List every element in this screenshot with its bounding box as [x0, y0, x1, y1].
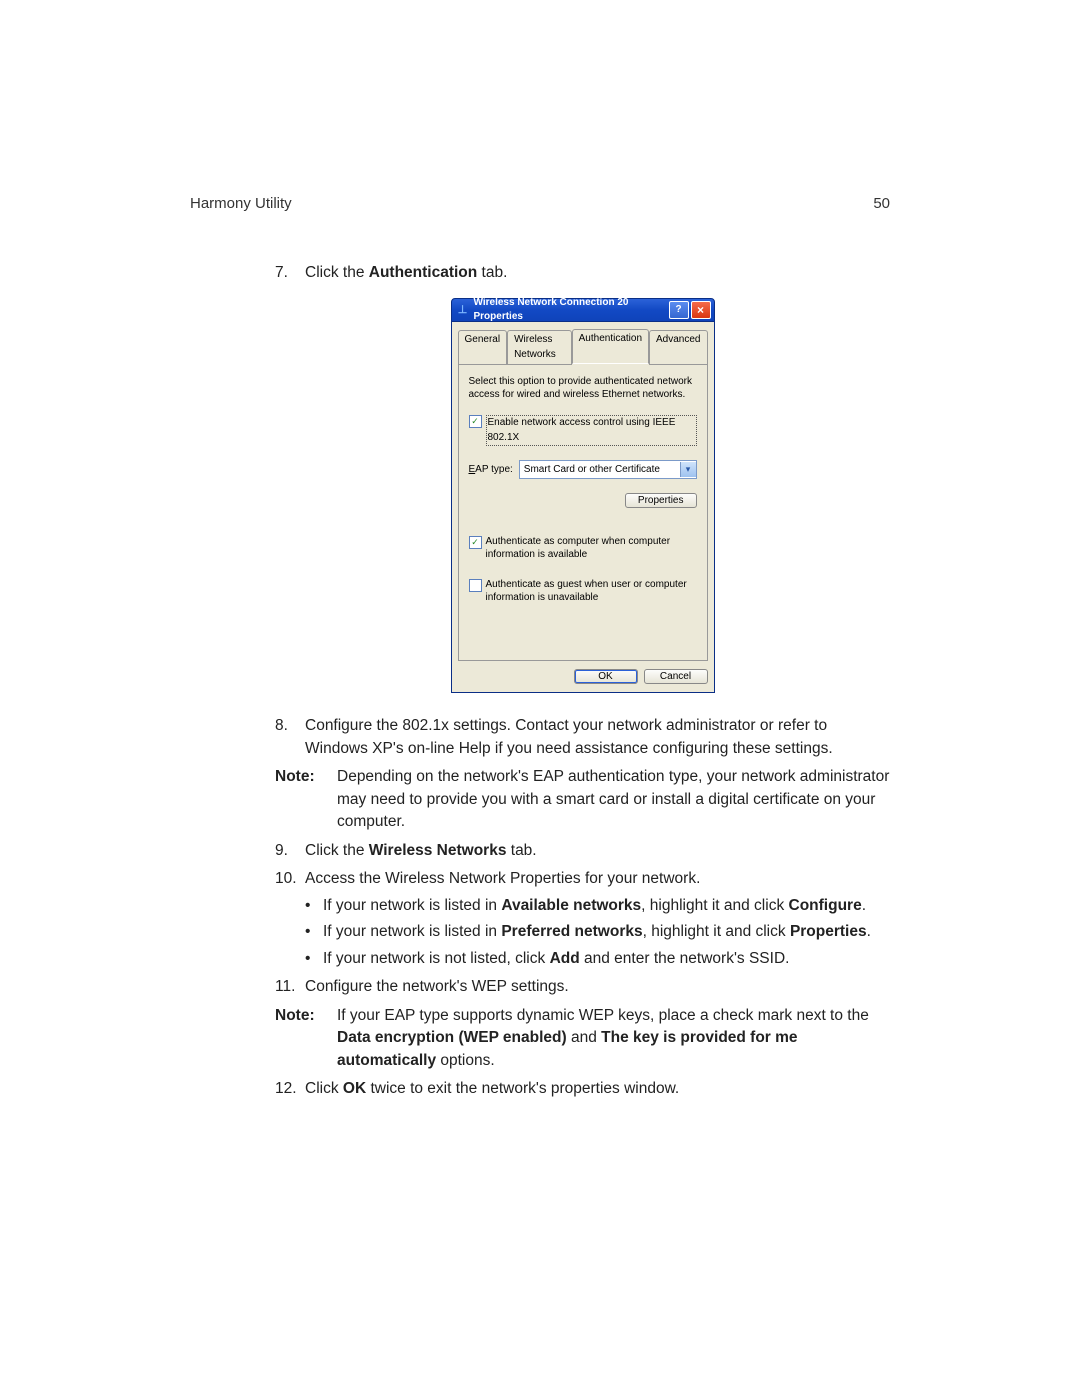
text: tab. — [506, 842, 536, 859]
step-body: Click the Authentication tab. — [305, 262, 890, 284]
step-number: 10. — [275, 868, 305, 890]
text: If your network is listed in — [323, 897, 501, 914]
document-page: Harmony Utility 50 7. Click the Authenti… — [0, 0, 1080, 1397]
text: tab. — [477, 264, 507, 281]
text: If your EAP type supports dynamic WEP ke… — [337, 1007, 869, 1024]
bold-text: Configure — [789, 897, 862, 914]
step-10: 10. Access the Wireless Network Properti… — [275, 868, 890, 890]
properties-button[interactable]: Properties — [625, 493, 697, 508]
page-header: Harmony Utility 50 — [190, 195, 890, 212]
eap-type-value: Smart Card or other Certificate — [524, 463, 660, 478]
bold-text: Data encryption (WEP enabled) — [337, 1029, 567, 1046]
tab-wireless-networks[interactable]: Wireless Networks — [507, 330, 572, 365]
step-body: Click the Wireless Networks tab. — [305, 840, 890, 862]
step-body: Configure the 802.1x settings. Contact y… — [305, 715, 890, 760]
bullet: • If your network is not listed, click A… — [305, 948, 890, 970]
checkbox-icon — [469, 579, 482, 592]
note-label: Note: — [275, 1005, 337, 1072]
bullet-dot: • — [305, 895, 323, 917]
step-12: 12. Click OK twice to exit the network's… — [275, 1078, 890, 1100]
tab-authentication[interactable]: Authentication — [572, 329, 649, 364]
checkbox-icon: ✓ — [469, 536, 482, 549]
eap-type-row: EAP type: Smart Card or other Certificat… — [469, 460, 697, 479]
tab-strip: General Wireless Networks Authentication… — [458, 328, 708, 363]
text: and — [567, 1029, 601, 1046]
ok-button[interactable]: OK — [574, 669, 638, 684]
tab-pane-authentication: Select this option to provide authentica… — [458, 363, 708, 661]
bold-text: Preferred networks — [501, 923, 642, 940]
text: Enable network access control using IEEE… — [488, 417, 676, 443]
bullet-dot: • — [305, 921, 323, 943]
help-button[interactable]: ? — [669, 301, 689, 319]
checkbox-icon: ✓ — [469, 415, 482, 428]
bold-text: OK — [343, 1080, 366, 1097]
text: and enter the network's SSID. — [580, 950, 790, 967]
bold-text: Authentication — [369, 264, 478, 281]
bullet-text: If your network is not listed, click Add… — [323, 948, 789, 970]
step-body: Configure the network's WEP settings. — [305, 976, 890, 998]
text: Click the — [305, 842, 369, 859]
content: 7. Click the Authentication tab. ⊥ Wirel… — [275, 262, 890, 1101]
checkbox-auth-as-guest[interactable]: Authenticate as guest when user or compu… — [469, 579, 697, 604]
eap-type-select[interactable]: Smart Card or other Certificate ▾ — [519, 460, 697, 479]
text: . — [867, 923, 871, 940]
bullet-text: If your network is listed in Preferred n… — [323, 921, 871, 943]
cancel-button[interactable]: Cancel — [644, 669, 708, 684]
checkbox-label: Authenticate as guest when user or compu… — [486, 579, 697, 604]
dialog-title: Wireless Network Connection 20 Propertie… — [474, 296, 667, 325]
step-number: 7. — [275, 262, 305, 284]
step-number: 9. — [275, 840, 305, 862]
auth-description: Select this option to provide authentica… — [469, 376, 697, 401]
bullet-text: If your network is listed in Available n… — [323, 895, 866, 917]
text: If your network is listed in — [323, 923, 501, 940]
chevron-down-icon: ▾ — [680, 462, 696, 477]
step-number: 11. — [275, 976, 305, 998]
dialog-titlebar[interactable]: ⊥ Wireless Network Connection 20 Propert… — [451, 298, 715, 322]
bullet-dot: • — [305, 948, 323, 970]
step-8: 8. Configure the 802.1x settings. Contac… — [275, 715, 890, 760]
note-1: Note: Depending on the network's EAP aut… — [275, 766, 890, 833]
network-icon: ⊥ — [457, 304, 469, 316]
bullet: • If your network is listed in Available… — [305, 895, 890, 917]
checkbox-label: Authenticate as computer when computer i… — [486, 536, 697, 561]
checkbox-auth-as-computer[interactable]: ✓ Authenticate as computer when computer… — [469, 536, 697, 561]
text: , highlight it and click — [641, 897, 788, 914]
bold-text: Wireless Networks — [369, 842, 507, 859]
note-body: If your EAP type supports dynamic WEP ke… — [337, 1005, 890, 1072]
text: , highlight it and click — [643, 923, 790, 940]
note-2: Note: If your EAP type supports dynamic … — [275, 1005, 890, 1072]
checkbox-enable-8021x[interactable]: ✓ Enable network access control using IE… — [469, 415, 697, 446]
eap-type-label: EAP type: — [469, 463, 513, 478]
text: Click — [305, 1080, 343, 1097]
bold-text: Add — [550, 950, 580, 967]
step-number: 8. — [275, 715, 305, 760]
header-title: Harmony Utility — [190, 195, 292, 212]
step-body: Access the Wireless Network Properties f… — [305, 868, 890, 890]
dialog-button-row: OK Cancel — [458, 669, 708, 684]
step-11: 11. Configure the network's WEP settings… — [275, 976, 890, 998]
bold-text: Available networks — [501, 897, 641, 914]
step-10-bullets: • If your network is listed in Available… — [275, 895, 890, 970]
text: options. — [436, 1052, 495, 1069]
properties-dialog: ⊥ Wireless Network Connection 20 Propert… — [451, 298, 715, 693]
tab-advanced[interactable]: Advanced — [649, 330, 707, 365]
dialog-body: General Wireless Networks Authentication… — [451, 322, 715, 693]
text: . — [862, 897, 866, 914]
page-number: 50 — [873, 195, 890, 212]
close-button[interactable]: × — [691, 301, 711, 319]
note-label: Note: — [275, 766, 337, 833]
bullet: • If your network is listed in Preferred… — [305, 921, 890, 943]
text: If your network is not listed, click — [323, 950, 550, 967]
note-body: Depending on the network's EAP authentic… — [337, 766, 890, 833]
text: twice to exit the network's properties w… — [366, 1080, 679, 1097]
step-9: 9. Click the Wireless Networks tab. — [275, 840, 890, 862]
step-number: 12. — [275, 1078, 305, 1100]
step-7: 7. Click the Authentication tab. — [275, 262, 890, 284]
text: Click the — [305, 264, 369, 281]
tab-general[interactable]: General — [458, 330, 508, 365]
step-body: Click OK twice to exit the network's pro… — [305, 1078, 890, 1100]
bold-text: Properties — [790, 923, 867, 940]
checkbox-label: Enable network access control using IEEE… — [486, 415, 697, 446]
